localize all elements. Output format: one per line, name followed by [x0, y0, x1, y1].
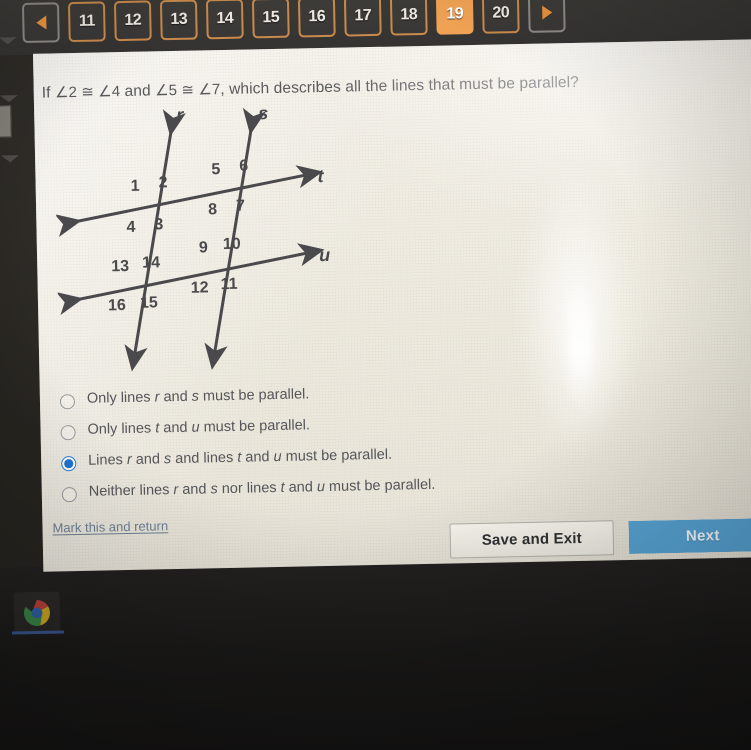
angle-label-9: 9 — [199, 239, 208, 256]
mark-this-and-return-link[interactable]: Mark this and return — [52, 518, 168, 535]
page-button-19-active[interactable]: 19 — [435, 0, 474, 35]
angle-label-8: 8 — [208, 201, 217, 218]
radio-button-a[interactable] — [59, 394, 76, 410]
edge-marker-icon-1 — [0, 37, 17, 45]
angle-label-4: 4 — [126, 219, 135, 236]
angle-label-10: 10 — [223, 236, 241, 253]
edge-marker-icon-3 — [1, 155, 20, 163]
radio-button-d[interactable] — [61, 487, 77, 503]
next-button[interactable]: Next — [628, 518, 751, 554]
question-suffix: , which describes all the lines that mus… — [220, 73, 580, 99]
label-line-s: s — [258, 106, 268, 124]
line-r — [124, 109, 186, 372]
page-button-17[interactable]: 17 — [343, 0, 382, 37]
screen-glare-top — [332, 39, 751, 218]
question-condition-2: ∠5 ≅ ∠7 — [154, 81, 221, 100]
edge-marker-icon-2 — [0, 95, 18, 103]
parallel-lines-svg: r s t u 1 2 4 3 5 6 8 7 9 10 12 11 13 14… — [54, 106, 330, 372]
monitor-photo: 11 12 13 14 15 16 17 18 19 20 If ∠2 ≅ ∠4… — [0, 0, 751, 750]
answer-option-b-label: Only lines t and u must be parallel. — [87, 417, 311, 438]
angle-label-7: 7 — [236, 198, 245, 215]
question-joiner: and — [120, 82, 156, 101]
angle-label-1: 1 — [130, 178, 139, 195]
label-line-t: t — [317, 166, 324, 186]
edge-panel-handle[interactable] — [0, 105, 12, 138]
angle-label-5: 5 — [211, 161, 220, 178]
question-content-panel: If ∠2 ≅ ∠4 and ∠5 ≅ ∠7, which describes … — [32, 38, 751, 572]
angle-label-13: 13 — [111, 258, 129, 275]
page-button-13[interactable]: 13 — [159, 0, 198, 41]
page-button-12[interactable]: 12 — [113, 0, 152, 42]
geometry-diagram: r s t u 1 2 4 3 5 6 8 7 9 10 12 11 13 14… — [54, 106, 349, 377]
angle-label-3: 3 — [154, 216, 163, 233]
angle-label-6: 6 — [239, 158, 248, 175]
page-button-11[interactable]: 11 — [67, 1, 106, 43]
radio-button-c-selected[interactable] — [61, 456, 77, 472]
question-text: If ∠2 ≅ ∠4 and ∠5 ≅ ∠7, which describes … — [42, 71, 682, 103]
taskbar-chrome-icon[interactable] — [13, 591, 61, 635]
label-line-r: r — [176, 106, 184, 125]
angle-label-2: 2 — [158, 174, 167, 191]
angle-label-15: 15 — [140, 294, 158, 311]
chevron-right-icon — [541, 5, 552, 20]
angle-label-16: 16 — [108, 297, 126, 314]
pagination-next-button[interactable] — [527, 0, 566, 33]
chevron-left-icon — [35, 15, 47, 30]
label-line-u: u — [319, 245, 330, 265]
save-and-exit-button[interactable]: Save and Exit — [449, 520, 615, 559]
page-button-18[interactable]: 18 — [389, 0, 428, 36]
answer-options-list: Only lines r and s must be parallel. Onl… — [56, 379, 698, 516]
angle-label-14: 14 — [142, 254, 160, 271]
answer-option-a-label: Only lines r and s must be parallel. — [86, 386, 310, 407]
page-button-14[interactable]: 14 — [205, 0, 244, 40]
question-condition-1: ∠2 ≅ ∠4 — [54, 83, 121, 102]
page-button-16[interactable]: 16 — [297, 0, 336, 38]
page-button-15[interactable]: 15 — [251, 0, 290, 39]
question-prefix: If — [41, 84, 56, 102]
pagination-prev-button[interactable] — [21, 2, 60, 44]
radio-button-b[interactable] — [60, 425, 76, 441]
angle-label-12: 12 — [191, 279, 209, 296]
angle-label-11: 11 — [220, 276, 237, 293]
page-button-20[interactable]: 20 — [481, 0, 520, 34]
line-t — [54, 165, 323, 237]
